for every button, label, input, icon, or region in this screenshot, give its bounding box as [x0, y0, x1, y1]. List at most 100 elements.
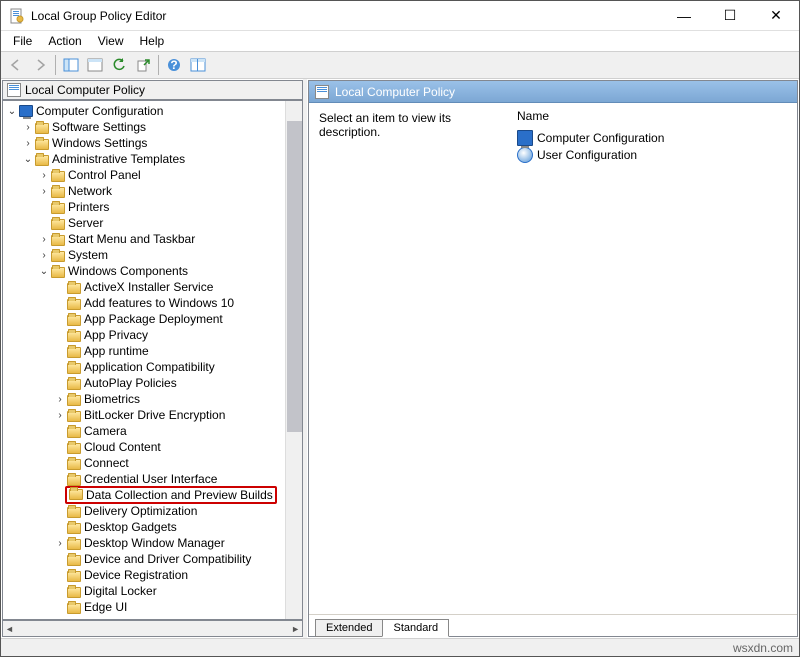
close-button[interactable]: ✕ — [753, 1, 799, 30]
scope-bar[interactable]: Local Computer Policy — [2, 80, 303, 100]
computer-icon — [517, 130, 533, 146]
tree-node[interactable]: ›AutoPlay Policies — [3, 375, 302, 391]
folder-icon — [35, 123, 49, 134]
list-item[interactable]: User Configuration — [517, 146, 789, 163]
tab-extended[interactable]: Extended — [315, 619, 383, 637]
scroll-left-icon[interactable]: ◄ — [5, 624, 14, 634]
tree-node[interactable]: ›Server — [3, 215, 302, 231]
properties-button[interactable] — [84, 54, 106, 76]
scroll-right-icon[interactable]: ► — [291, 624, 300, 634]
splitter[interactable] — [303, 79, 307, 638]
column-header-name[interactable]: Name — [517, 107, 789, 129]
folder-icon — [67, 395, 81, 406]
tree-node[interactable]: ⌄Administrative Templates — [3, 151, 302, 167]
folder-icon — [51, 251, 65, 262]
menu-help[interactable]: Help — [132, 32, 173, 50]
menu-file[interactable]: File — [5, 32, 40, 50]
tree-node[interactable]: ›Add features to Windows 10 — [3, 295, 302, 311]
tree-node[interactable]: ›Windows Settings — [3, 135, 302, 151]
folder-icon — [67, 347, 81, 358]
tree-node[interactable]: ›Network — [3, 183, 302, 199]
tree-node[interactable]: ›Desktop Gadgets — [3, 519, 302, 535]
folder-icon — [67, 523, 81, 534]
toolbar: ? — [1, 51, 799, 79]
list-item[interactable]: Computer Configuration — [517, 129, 789, 146]
window-controls: — ☐ ✕ — [661, 1, 799, 30]
tree-node-data-collection[interactable]: ›Data Collection and Preview Builds — [3, 487, 302, 503]
folder-icon — [67, 459, 81, 470]
scrollbar-thumb[interactable] — [287, 121, 302, 432]
description-column: Select an item to view its description. — [309, 103, 509, 614]
tree-node[interactable]: ›Cloud Content — [3, 439, 302, 455]
menu-bar: File Action View Help — [1, 31, 799, 51]
folder-icon — [67, 539, 81, 550]
tree-node[interactable]: ›Application Compatibility — [3, 359, 302, 375]
tree-node[interactable]: ›Delivery Optimization — [3, 503, 302, 519]
tree-node[interactable]: ›App Package Deployment — [3, 311, 302, 327]
menu-view[interactable]: View — [90, 32, 132, 50]
tree-node[interactable]: ›Control Panel — [3, 167, 302, 183]
forward-button[interactable] — [29, 54, 51, 76]
results-body: Select an item to view its description. … — [309, 103, 797, 614]
folder-icon — [67, 331, 81, 342]
right-pane: Local Computer Policy Select an item to … — [308, 80, 798, 637]
tree-node[interactable]: ›Desktop Window Manager — [3, 535, 302, 551]
status-bar: wsxdn.com — [1, 638, 799, 656]
filter-button[interactable] — [187, 54, 209, 76]
tree-node[interactable]: ›App Privacy — [3, 327, 302, 343]
computer-icon — [19, 105, 33, 117]
tree-node[interactable]: ›System — [3, 247, 302, 263]
policy-icon — [7, 83, 21, 97]
tree-node[interactable]: ›Connect — [3, 455, 302, 471]
export-button[interactable] — [132, 54, 154, 76]
tree-node-computer-config[interactable]: ⌄Computer Configuration — [3, 103, 302, 119]
show-hide-tree-button[interactable] — [60, 54, 82, 76]
folder-icon — [67, 427, 81, 438]
folder-icon — [67, 363, 81, 374]
folder-icon — [67, 411, 81, 422]
left-pane: Local Computer Policy ⌄Computer Configur… — [1, 79, 303, 638]
tree-node[interactable]: ›Camera — [3, 423, 302, 439]
tab-standard[interactable]: Standard — [382, 619, 449, 637]
description-text: Select an item to view its description. — [319, 111, 451, 139]
folder-icon — [67, 603, 81, 614]
horizontal-scrollbar[interactable]: ◄► — [2, 620, 303, 637]
app-icon — [9, 8, 25, 24]
vertical-scrollbar[interactable] — [285, 101, 302, 619]
tree-node[interactable]: ›Printers — [3, 199, 302, 215]
tree-node-windows-components[interactable]: ⌄Windows Components — [3, 263, 302, 279]
results-header: Local Computer Policy — [309, 81, 797, 103]
tree-node[interactable]: ›Biometrics — [3, 391, 302, 407]
folder-icon — [67, 555, 81, 566]
folder-icon — [67, 443, 81, 454]
tree-node[interactable]: ›Device Registration — [3, 567, 302, 583]
tree-node[interactable]: ›App runtime — [3, 343, 302, 359]
toolbar-separator — [158, 55, 159, 75]
tree-node[interactable]: ›Edge UI — [3, 599, 302, 615]
tree-node[interactable]: ›Device and Driver Compatibility — [3, 551, 302, 567]
items-column: Name Computer Configuration User Configu… — [509, 103, 797, 614]
results-title: Local Computer Policy — [335, 85, 455, 99]
folder-icon — [51, 187, 65, 198]
folder-icon — [35, 155, 49, 166]
folder-icon — [67, 587, 81, 598]
folder-icon — [51, 235, 65, 246]
tree-node[interactable]: ›Start Menu and Taskbar — [3, 231, 302, 247]
folder-icon — [67, 283, 81, 294]
folder-icon — [51, 267, 65, 278]
window-title: Local Group Policy Editor — [31, 9, 661, 23]
tree-node[interactable]: ›Credential User Interface — [3, 471, 302, 487]
help-button[interactable]: ? — [163, 54, 185, 76]
maximize-button[interactable]: ☐ — [707, 1, 753, 30]
menu-action[interactable]: Action — [40, 32, 89, 50]
user-icon — [517, 147, 533, 163]
tree-node[interactable]: ›ActiveX Installer Service — [3, 279, 302, 295]
minimize-button[interactable]: — — [661, 1, 707, 30]
tree-node[interactable]: ›BitLocker Drive Encryption — [3, 407, 302, 423]
tree-node[interactable]: ›Software Settings — [3, 119, 302, 135]
tree-view[interactable]: ⌄Computer Configuration ›Software Settin… — [2, 100, 303, 620]
refresh-button[interactable] — [108, 54, 130, 76]
folder-icon — [67, 315, 81, 326]
back-button[interactable] — [5, 54, 27, 76]
tree-node[interactable]: ›Digital Locker — [3, 583, 302, 599]
